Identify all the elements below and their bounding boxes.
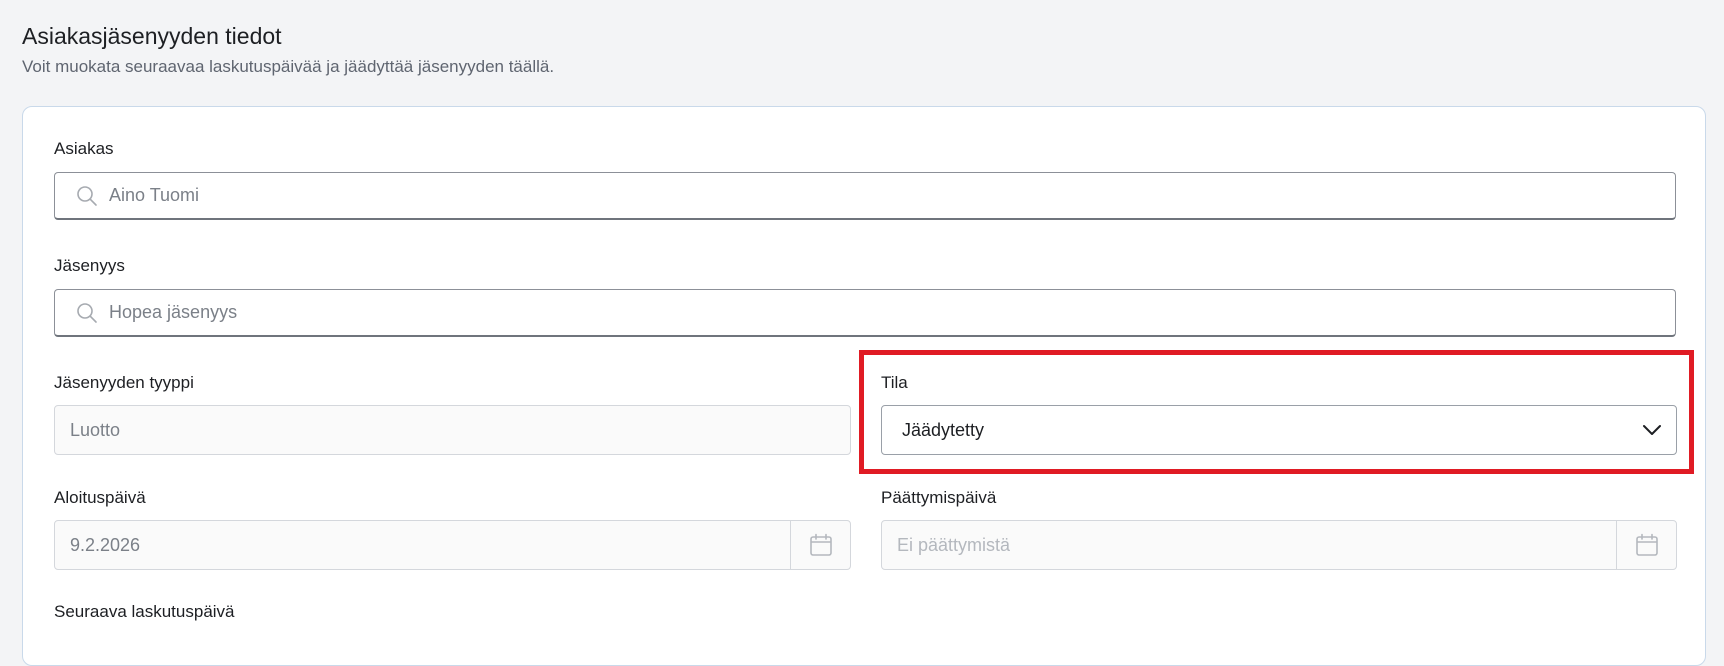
start-date-label: Aloituspäivä — [54, 488, 146, 507]
status-label: Tila — [881, 373, 908, 392]
membership-type-field: Luotto — [54, 405, 851, 455]
membership-label: Jäsenyys — [54, 256, 125, 275]
end-date-label: Päättymispäivä — [881, 488, 997, 507]
page-title: Asiakasjäsenyyden tiedot — [22, 23, 282, 49]
next-billing-date-label: Seuraava laskutuspäivä — [54, 602, 235, 621]
calendar-icon — [1635, 533, 1659, 557]
page-header: Asiakasjäsenyyden tiedot Voit muokata se… — [22, 22, 554, 78]
page-subtitle: Voit muokata seuraavaa laskutuspäivää ja… — [22, 57, 555, 76]
calendar-icon — [809, 533, 833, 557]
start-date-calendar-button[interactable] — [790, 521, 850, 569]
membership-value: Hopea jäsenyys — [109, 302, 238, 322]
customer-search-input[interactable]: Aino Tuomi — [54, 172, 1676, 220]
end-date-calendar-button[interactable] — [1616, 521, 1676, 569]
membership-details-card: Asiakas Aino Tuomi Jäsenyys Hopea jäseny… — [22, 106, 1706, 666]
search-icon — [76, 185, 98, 207]
membership-type-label: Jäsenyyden tyyppi — [54, 373, 194, 392]
start-date-input[interactable]: 9.2.2026 — [54, 520, 851, 570]
membership-search-input[interactable]: Hopea jäsenyys — [54, 289, 1676, 337]
status-selected-value: Jäädytetty — [902, 419, 985, 440]
status-select[interactable]: Jäädytetty — [881, 405, 1677, 455]
customer-value: Aino Tuomi — [109, 185, 200, 205]
start-date-value: 9.2.2026 — [70, 534, 141, 555]
end-date-placeholder: Ei päättymistä — [897, 534, 1011, 555]
customer-label: Asiakas — [54, 139, 114, 158]
chevron-down-icon — [1642, 424, 1662, 436]
end-date-input[interactable]: Ei päättymistä — [881, 520, 1677, 570]
search-icon — [76, 302, 98, 324]
